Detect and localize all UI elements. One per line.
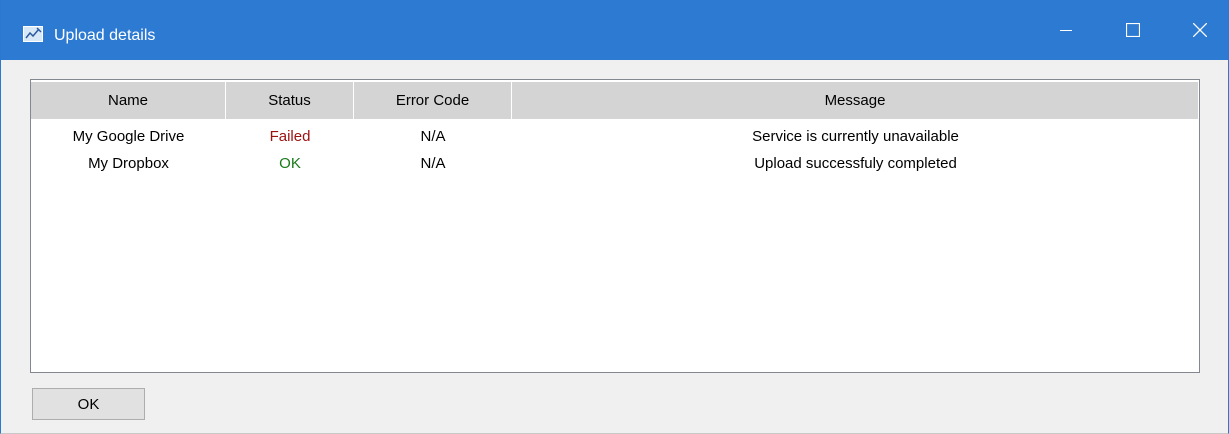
row-message: Upload successfuly completed [754, 155, 957, 172]
window-title: Upload details [54, 27, 156, 44]
row-name: My Google Drive [72, 128, 185, 145]
maximize-button[interactable] [1110, 0, 1156, 60]
upload-results-list[interactable]: Name Status Error Code Message My Google… [30, 79, 1200, 373]
close-button[interactable] [1177, 0, 1223, 60]
maximize-icon [1126, 23, 1140, 37]
row-status: OK [279, 155, 301, 172]
column-header-name[interactable]: Name [31, 82, 226, 119]
column-header-message[interactable]: Message [512, 82, 1198, 119]
ok-button[interactable]: OK [32, 388, 145, 420]
table-row[interactable]: My Google Drive Failed N/A Service is cu… [31, 123, 1199, 150]
row-name: My Dropbox [88, 155, 169, 172]
row-message: Service is currently unavailable [752, 128, 959, 145]
close-icon [1193, 23, 1207, 37]
column-header-error-code[interactable]: Error Code [354, 82, 512, 119]
row-error-code: N/A [420, 155, 446, 172]
row-status: Failed [269, 128, 311, 145]
dialog-client-area: Name Status Error Code Message My Google… [1, 60, 1228, 433]
upload-details-window: Upload details Name Status Error Code Me [0, 0, 1229, 434]
minimize-button[interactable] [1043, 0, 1089, 60]
title-bar[interactable]: Upload details [1, 0, 1228, 60]
minimize-icon [1060, 30, 1072, 31]
row-error-code: N/A [420, 128, 446, 145]
column-header-status[interactable]: Status [226, 82, 354, 119]
app-icon [23, 26, 43, 42]
list-header: Name Status Error Code Message [31, 80, 1199, 119]
table-row[interactable]: My Dropbox OK N/A Upload successfuly com… [31, 150, 1199, 177]
